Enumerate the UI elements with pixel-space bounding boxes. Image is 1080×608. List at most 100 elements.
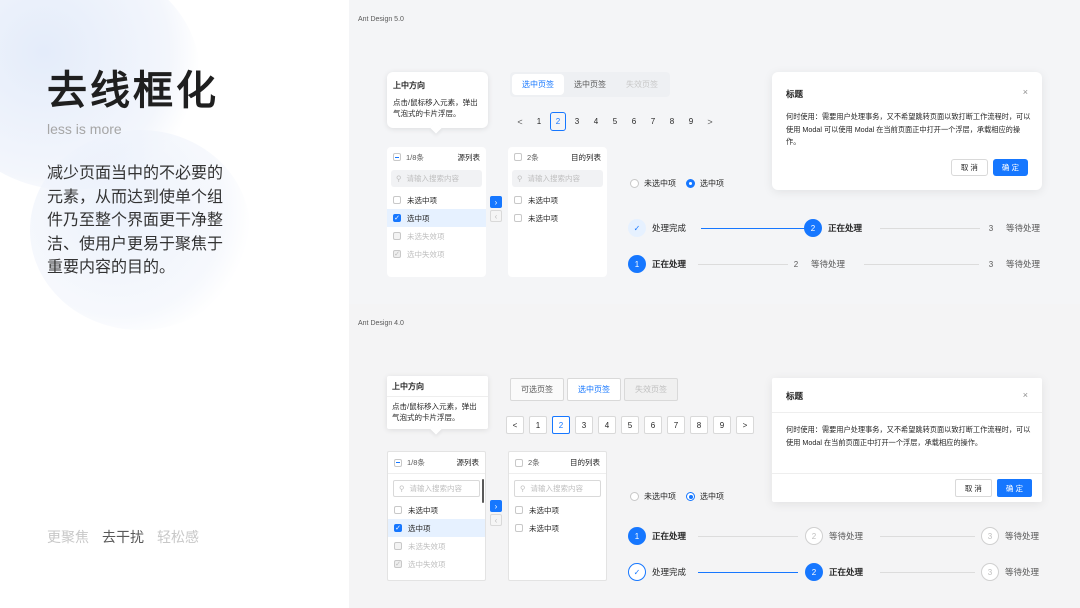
- keyword: 轻松感: [157, 529, 199, 545]
- radio-checked[interactable]: 选中项: [686, 491, 724, 502]
- transfer-header: 1/8条 源列表: [388, 452, 485, 474]
- radio-unchecked[interactable]: 未选中项: [630, 491, 676, 502]
- list-item[interactable]: 未选中项: [387, 191, 486, 209]
- search-input[interactable]: ⚲ 请输入搜索内容: [514, 480, 601, 497]
- modal-title: 标题: [786, 391, 804, 401]
- popover-title: 上中方向: [387, 376, 488, 397]
- close-icon[interactable]: ×: [1023, 87, 1028, 97]
- checkbox[interactable]: [515, 524, 523, 532]
- page-item[interactable]: 3: [575, 416, 593, 434]
- steps: ✓ 处理完成 2 正在处理 3 等待处理: [628, 563, 1042, 583]
- move-right-icon[interactable]: ›: [490, 500, 502, 512]
- ok-button[interactable]: 确 定: [992, 159, 1028, 176]
- search-input[interactable]: ⚲ 请输入搜索内容: [393, 480, 480, 497]
- page-item[interactable]: 1: [529, 416, 547, 434]
- step-connector: [701, 228, 806, 229]
- next-page-icon[interactable]: >: [702, 112, 718, 131]
- intro-panel: 去线框化 less is more 减少页面当中的不必要的元素，从而达到使单个组…: [0, 0, 349, 608]
- scrollbar[interactable]: [482, 479, 484, 503]
- transfer-buttons: › ‹: [490, 500, 502, 526]
- modal: 标题 × 何时使用：需要用户处理事务，又不希望跳转页面以致打断工作流程时，可以使…: [772, 378, 1042, 502]
- antd5-panel: Ant Design 5.0 上中方向 点击/鼠标移入元素，弹出气泡式的卡片浮层…: [349, 0, 1080, 304]
- page-item[interactable]: 7: [667, 416, 685, 434]
- step-connector: [698, 264, 788, 265]
- popover-title: 上中方向: [393, 81, 425, 90]
- prev-page-icon[interactable]: <: [512, 112, 528, 131]
- tab-optional[interactable]: 可选页签: [510, 378, 564, 401]
- ok-button[interactable]: 确 定: [996, 479, 1032, 497]
- page-item[interactable]: 6: [644, 416, 662, 434]
- search-input[interactable]: ⚲ 请输入搜索内容: [512, 170, 603, 187]
- page-item[interactable]: 5: [607, 112, 623, 131]
- next-page-icon[interactable]: >: [736, 416, 754, 434]
- page-item[interactable]: 1: [531, 112, 547, 131]
- select-all-checkbox[interactable]: [394, 458, 402, 467]
- checkbox-checked[interactable]: [394, 524, 402, 532]
- list-item[interactable]: 未选中项: [388, 501, 485, 519]
- search-icon: ⚲: [520, 484, 526, 493]
- page-item[interactable]: 3: [569, 112, 585, 131]
- list-item[interactable]: 未选中项: [508, 191, 607, 209]
- search-input[interactable]: ⚲ 请输入搜索内容: [391, 170, 482, 187]
- step-number: 3: [988, 223, 994, 233]
- list-item[interactable]: 未选中项: [508, 209, 607, 227]
- page-item[interactable]: 7: [645, 112, 661, 131]
- page-item[interactable]: 4: [588, 112, 604, 131]
- page-item[interactable]: 4: [598, 416, 616, 434]
- page-item[interactable]: 5: [621, 416, 639, 434]
- steps: 1 正在处理 2 等待处理 3 等待处理: [628, 255, 1042, 275]
- page-item[interactable]: 9: [713, 416, 731, 434]
- step-wait: 2 等待处理: [787, 255, 845, 273]
- modal-body: 何时使用：需要用户处理事务，又不希望跳转页面以致打断工作流程时，可以使用 Mod…: [786, 112, 1031, 146]
- step-wait: 2 等待处理: [805, 527, 863, 545]
- search-icon: ⚲: [399, 484, 405, 493]
- cancel-button[interactable]: 取 消: [954, 479, 992, 497]
- step-wait: 3 等待处理: [981, 527, 1039, 545]
- tab-selected[interactable]: 选中页签: [564, 74, 616, 95]
- page-item[interactable]: 8: [690, 416, 708, 434]
- list-title: 目的列表: [570, 458, 600, 467]
- tab-disabled: 失效页签: [624, 378, 678, 401]
- comparison-area: Ant Design 5.0 上中方向 点击/鼠标移入元素，弹出气泡式的卡片浮层…: [349, 0, 1080, 608]
- checkbox-disabled: [393, 232, 401, 240]
- divider: [772, 412, 1042, 413]
- list-item-selected[interactable]: 选中项: [387, 209, 486, 227]
- tab-selected[interactable]: 选中页签: [567, 378, 621, 401]
- list-item[interactable]: 未选中项: [509, 519, 606, 537]
- check-icon: ✓: [628, 219, 646, 237]
- version-label: Ant Design 4.0: [358, 320, 404, 327]
- step-wait: 3 等待处理: [981, 563, 1039, 581]
- step-finished: ✓ 处理完成: [628, 563, 686, 581]
- step-number: 3: [988, 259, 994, 269]
- tabs: 可选页签 选中页签 失效页签: [510, 378, 678, 403]
- select-all-checkbox[interactable]: [515, 458, 523, 467]
- cancel-button[interactable]: 取 消: [950, 159, 988, 176]
- checkbox[interactable]: [394, 506, 402, 514]
- move-right-icon[interactable]: ›: [490, 196, 502, 208]
- list-item[interactable]: 未选中项: [509, 501, 606, 519]
- checkbox[interactable]: [393, 196, 401, 204]
- page-item-active[interactable]: 2: [550, 112, 566, 131]
- item-count: 2条: [528, 458, 540, 467]
- checkbox[interactable]: [514, 214, 522, 222]
- prev-page-icon[interactable]: <: [506, 416, 524, 434]
- page-item-active[interactable]: 2: [552, 416, 570, 434]
- step-wait: 3 等待处理: [982, 255, 1040, 273]
- radio-checked[interactable]: 选中项: [686, 178, 724, 189]
- page-item[interactable]: 8: [664, 112, 680, 131]
- modal-footer: 取 消 确 定: [950, 159, 1028, 176]
- checkbox[interactable]: [515, 506, 523, 514]
- pagination: < 1 2 3 4 5 6 7 8 9 >: [506, 416, 754, 434]
- tab-selected[interactable]: 选中页签: [512, 74, 564, 95]
- page-item[interactable]: 9: [683, 112, 699, 131]
- checkbox[interactable]: [514, 196, 522, 204]
- checkbox-checked[interactable]: [393, 214, 401, 222]
- radio-group: 未选中项 选中项: [630, 491, 724, 502]
- list-item-selected[interactable]: 选中项: [388, 519, 485, 537]
- radio-unchecked[interactable]: 未选中项: [630, 178, 676, 189]
- close-icon[interactable]: ×: [1023, 390, 1028, 400]
- version-label: Ant Design 5.0: [358, 16, 404, 23]
- select-all-checkbox[interactable]: [514, 153, 522, 161]
- select-all-checkbox[interactable]: [393, 153, 401, 161]
- page-item[interactable]: 6: [626, 112, 642, 131]
